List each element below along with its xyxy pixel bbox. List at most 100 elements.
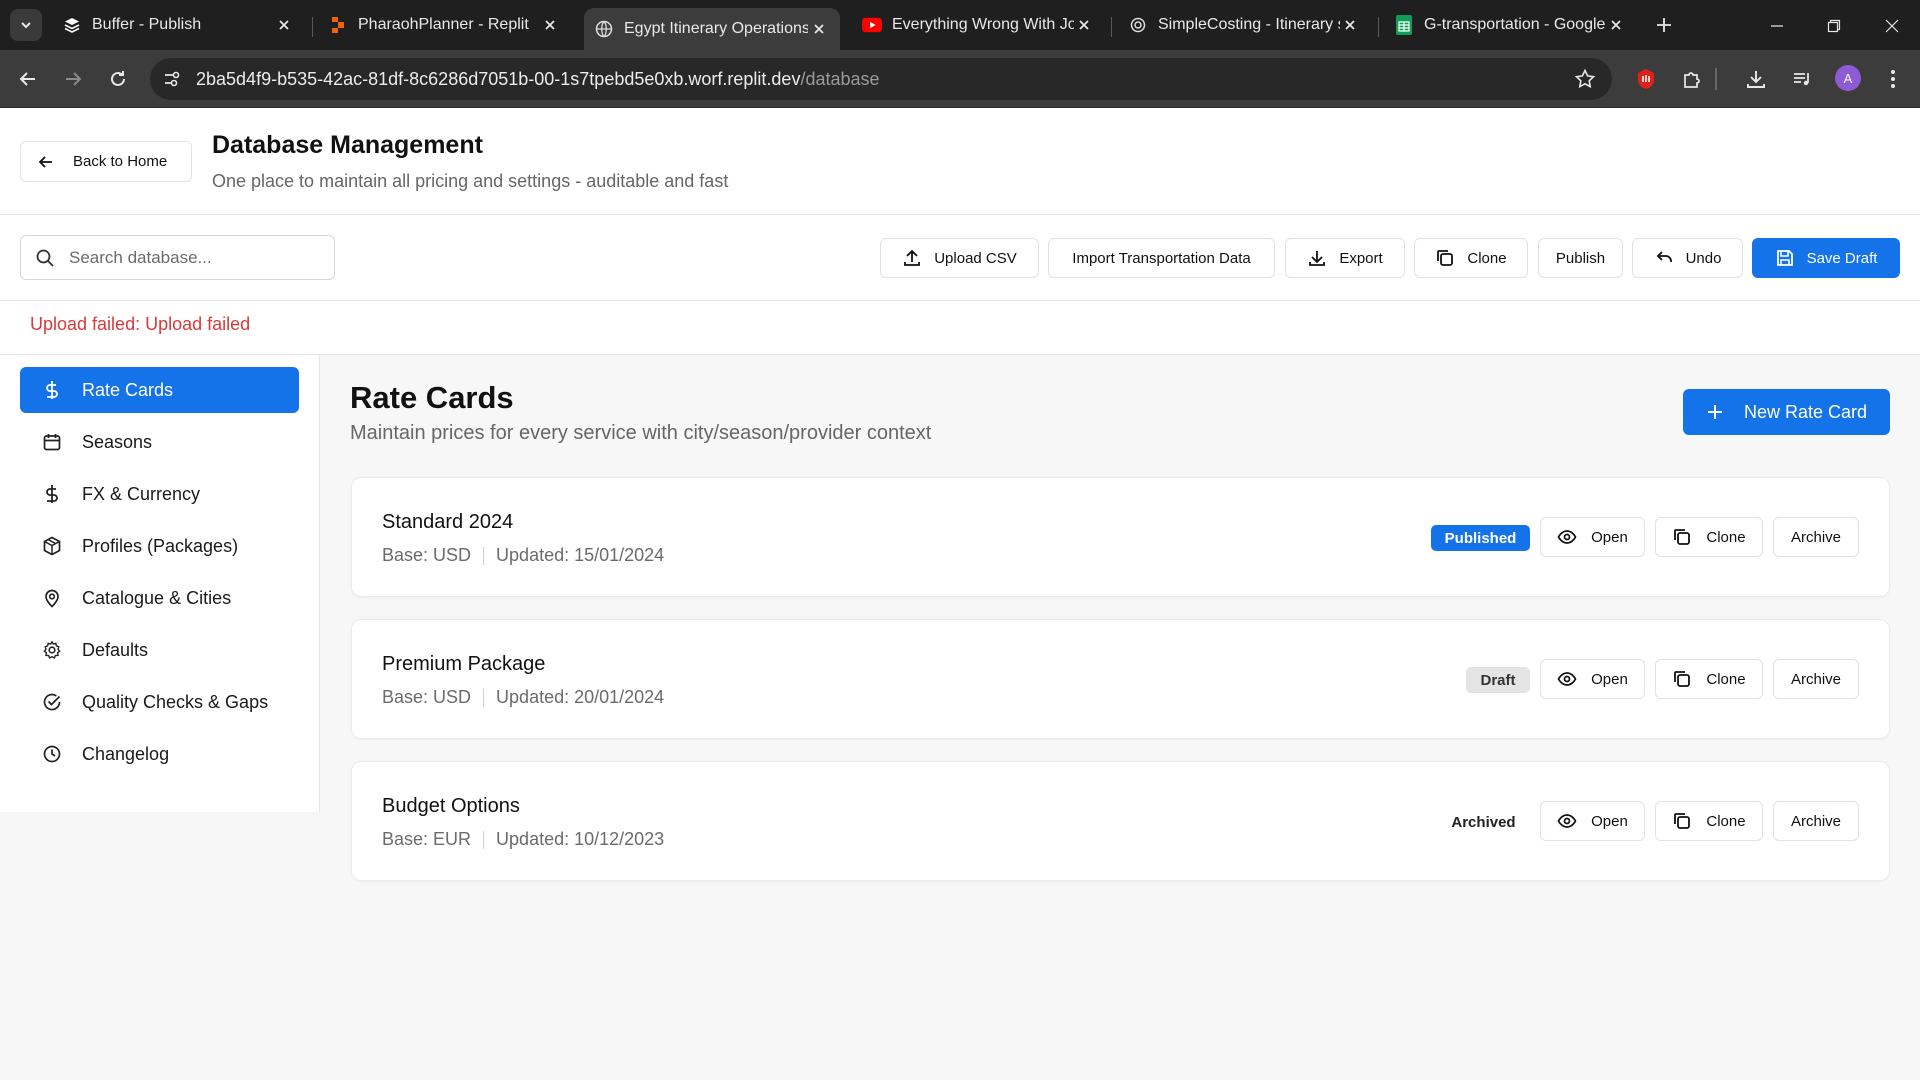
status-badge: Draft bbox=[1466, 667, 1530, 693]
sidebar-item-quality-checks[interactable]: Quality Checks & Gaps bbox=[20, 679, 299, 725]
map-pin-icon bbox=[45, 589, 59, 608]
rate-card-base: Base: EUR bbox=[382, 829, 472, 849]
clone-card-button[interactable]: Clone bbox=[1655, 659, 1763, 699]
open-button[interactable]: Open bbox=[1540, 659, 1645, 699]
url-text[interactable]: 2ba5d4f9-b535-42ac-81df-8c6286d7051b-00-… bbox=[196, 69, 880, 90]
tab-replit[interactable]: PharaohPlanner - Replit bbox=[318, 7, 571, 43]
archive-button[interactable]: Archive bbox=[1773, 659, 1859, 699]
rate-card: Premium Package Base: USD Updated: 20/01… bbox=[351, 619, 1890, 739]
browser-menu-icon[interactable] bbox=[1880, 66, 1906, 92]
archive-button[interactable]: Archive bbox=[1773, 517, 1859, 557]
sidebar-item-changelog[interactable]: Changelog bbox=[20, 731, 299, 777]
archive-button[interactable]: Archive bbox=[1773, 801, 1859, 841]
rate-card-updated: Updated: 20/01/2024 bbox=[496, 687, 665, 707]
chevron-down-icon bbox=[21, 22, 31, 29]
close-tab-icon[interactable] bbox=[540, 14, 561, 36]
open-button[interactable]: Open bbox=[1540, 801, 1645, 841]
clone-card-button[interactable]: Clone bbox=[1655, 801, 1763, 841]
page-subtitle: One place to maintain all pricing and se… bbox=[212, 171, 729, 191]
sidebar-item-rate-cards[interactable]: Rate Cards bbox=[20, 367, 299, 413]
tab-search-button[interactable] bbox=[10, 9, 42, 41]
globe-icon bbox=[594, 19, 614, 39]
bookmark-star-icon[interactable] bbox=[1574, 68, 1596, 90]
profile-avatar[interactable]: A bbox=[1835, 65, 1861, 91]
restore-icon[interactable] bbox=[1822, 14, 1846, 38]
sidebar-item-catalogue-cities[interactable]: Catalogue & Cities bbox=[20, 575, 299, 621]
export-button[interactable]: Export bbox=[1285, 238, 1405, 278]
sidebar-item-profiles[interactable]: Profiles (Packages) bbox=[20, 523, 299, 569]
tab-simplecosting[interactable]: SimpleCosting - Itinerary s bbox=[1118, 7, 1371, 43]
clone-card-button[interactable]: Clone bbox=[1655, 517, 1763, 557]
upload-icon bbox=[904, 249, 921, 266]
sidebar-item-fx-currency[interactable]: FX & Currency bbox=[20, 471, 299, 517]
undo-icon bbox=[1656, 251, 1672, 262]
import-transportation-button[interactable]: Import Transportation Data bbox=[1048, 238, 1275, 278]
close-tab-icon[interactable] bbox=[274, 14, 295, 36]
rate-card-meta: Base: EUR Updated: 10/12/2023 bbox=[382, 829, 664, 850]
tab-divider bbox=[1378, 17, 1379, 37]
publish-button[interactable]: Publish bbox=[1538, 238, 1623, 278]
tab-youtube[interactable]: Everything Wrong With Jo bbox=[852, 7, 1105, 43]
browser-toolbar: 2ba5d4f9-b535-42ac-81df-8c6286d7051b-00-… bbox=[0, 50, 1920, 108]
rate-card: Standard 2024 Base: USD Updated: 15/01/2… bbox=[351, 477, 1890, 597]
close-tab-icon[interactable] bbox=[1074, 14, 1095, 36]
close-tab-icon[interactable] bbox=[1606, 14, 1627, 36]
save-draft-button[interactable]: Save Draft bbox=[1752, 238, 1900, 278]
meta-divider bbox=[483, 546, 485, 565]
eye-icon bbox=[1557, 672, 1577, 686]
url-path: /database bbox=[800, 69, 880, 89]
search-input[interactable] bbox=[69, 247, 309, 268]
close-window-icon[interactable] bbox=[1880, 14, 1904, 38]
new-rate-card-button[interactable]: New Rate Card bbox=[1683, 389, 1890, 435]
undo-button[interactable]: Undo bbox=[1632, 238, 1743, 278]
extensions-puzzle-icon[interactable] bbox=[1679, 66, 1705, 92]
extension-red-icon[interactable] bbox=[1633, 66, 1659, 92]
copy-icon bbox=[1674, 813, 1691, 829]
back-to-home-button[interactable]: Back to Home bbox=[20, 141, 192, 182]
close-tab-icon[interactable] bbox=[808, 18, 830, 40]
download-icon bbox=[1309, 251, 1326, 266]
plus-icon bbox=[1707, 405, 1722, 419]
browser-tab-bar: Buffer - Publish PharaohPlanner - Replit… bbox=[0, 0, 1920, 50]
section-title: Rate Cards bbox=[350, 380, 514, 415]
arrow-left-icon bbox=[38, 155, 52, 168]
new-tab-icon[interactable] bbox=[1652, 13, 1676, 37]
minimize-icon[interactable] bbox=[1765, 14, 1789, 38]
forward-arrow-icon[interactable] bbox=[60, 66, 86, 92]
rate-card-base: Base: USD bbox=[382, 687, 472, 707]
clock-icon bbox=[43, 745, 61, 763]
reload-icon[interactable] bbox=[105, 66, 131, 92]
tab-divider bbox=[312, 17, 313, 37]
download-icon[interactable] bbox=[1743, 66, 1769, 92]
tab-egypt-itinerary[interactable]: Egypt Itinerary Operations bbox=[584, 8, 840, 50]
eye-icon bbox=[1557, 530, 1577, 544]
search-box[interactable] bbox=[20, 235, 335, 280]
meta-divider bbox=[483, 830, 485, 849]
tab-buffer[interactable]: Buffer - Publish bbox=[52, 7, 305, 43]
copy-icon bbox=[1674, 671, 1691, 687]
package-icon bbox=[43, 536, 61, 556]
close-tab-icon[interactable] bbox=[1340, 14, 1361, 36]
rate-card-updated: Updated: 10/12/2023 bbox=[496, 829, 665, 849]
section-subtitle: Maintain prices for every service with c… bbox=[350, 422, 932, 444]
rate-card: Budget Options Base: EUR Updated: 10/12/… bbox=[351, 761, 1890, 881]
eye-icon bbox=[1557, 814, 1577, 828]
open-button[interactable]: Open bbox=[1540, 517, 1645, 557]
rate-card-meta: Base: USD Updated: 15/01/2024 bbox=[382, 545, 664, 566]
toolbar-divider bbox=[1715, 68, 1717, 90]
back-to-home-label: Back to Home bbox=[73, 153, 168, 170]
sidebar-item-seasons[interactable]: Seasons bbox=[20, 419, 299, 465]
sidebar-item-defaults[interactable]: Defaults bbox=[20, 627, 299, 673]
upload-csv-button[interactable]: Upload CSV bbox=[880, 238, 1039, 278]
tab-google-sheets[interactable]: G-transportation - Google bbox=[1384, 7, 1637, 43]
rate-card-base: Base: USD bbox=[382, 545, 472, 565]
replit-icon bbox=[328, 15, 348, 35]
page-header: Back to Home Database Management One pla… bbox=[0, 108, 1920, 215]
media-control-icon[interactable] bbox=[1789, 66, 1815, 92]
address-bar[interactable]: 2ba5d4f9-b535-42ac-81df-8c6286d7051b-00-… bbox=[150, 58, 1612, 100]
buffer-icon bbox=[62, 15, 82, 35]
error-banner bbox=[0, 301, 1920, 355]
back-arrow-icon[interactable] bbox=[15, 66, 41, 92]
site-settings-icon[interactable] bbox=[162, 69, 182, 89]
clone-button[interactable]: Clone bbox=[1414, 238, 1528, 278]
